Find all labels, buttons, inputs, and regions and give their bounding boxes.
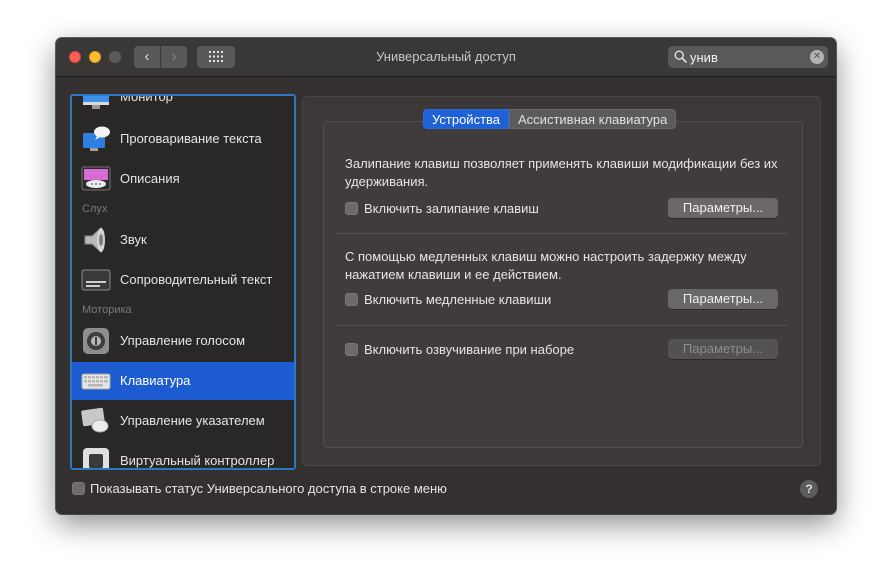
switch-control-icon: [83, 448, 109, 468]
sidebar-item-speech[interactable]: Проговаривание текста: [72, 120, 294, 158]
sidebar-item-voice-control[interactable]: Управление голосом: [72, 322, 294, 360]
search-icon: [674, 50, 687, 63]
help-button[interactable]: ?: [800, 480, 818, 498]
sidebar-item-captions[interactable]: Сопроводительный текст: [72, 261, 294, 299]
section-heading-hearing: Слух: [82, 203, 108, 215]
sticky-keys-checkbox[interactable]: [345, 201, 358, 215]
descriptions-icon: [81, 166, 111, 191]
sidebar-item-label: Сопроводительный текст: [120, 272, 273, 287]
typing-feedback-label: Включить озвучивание при наборе: [364, 341, 575, 357]
speaker-icon: [84, 226, 105, 254]
search-field[interactable]: ✕: [668, 46, 828, 68]
menu-bar-status-checkbox-row[interactable]: Показывать статус Универсального доступа…: [72, 481, 447, 496]
divider: [337, 325, 787, 326]
tab-devices[interactable]: Устройства: [423, 109, 510, 129]
sidebar-item-pointer-control[interactable]: Управление указателем: [72, 402, 294, 440]
sticky-keys-description: Залипание клавиш позволяет применять кла…: [345, 156, 778, 189]
keyboard-icon: [81, 373, 111, 390]
sidebar-item-descriptions[interactable]: Описания: [72, 160, 294, 198]
sticky-keys-options-button[interactable]: Параметры...: [668, 198, 778, 218]
sidebar-item-label: Звук: [120, 232, 147, 247]
slow-keys-label: Включить медленные клавиши: [364, 291, 552, 307]
typing-feedback-checkbox[interactable]: [345, 342, 358, 356]
slow-keys-description: С помощью медленных клавиш можно настрои…: [345, 249, 747, 282]
captions-icon: [81, 269, 111, 291]
monitor-icon: [83, 96, 109, 109]
typing-feedback-options-button: Параметры...: [668, 339, 778, 359]
sticky-keys-label: Включить залипание клавиш: [364, 200, 539, 216]
sidebar-item-monitor[interactable]: Монитор: [72, 94, 294, 116]
preferences-window: ‹ › Универсальный доступ ✕: [56, 38, 836, 514]
menu-bar-status-checkbox[interactable]: [72, 482, 85, 495]
slow-keys-options-button[interactable]: Параметры...: [668, 289, 778, 309]
sidebar-item-label: Управление указателем: [120, 413, 265, 428]
divider: [337, 233, 787, 234]
content-panel: Устройства Ассистивная клавиатура Залипа…: [302, 96, 821, 466]
sidebar-list[interactable]: Монитор Проговаривание текста Описания С…: [70, 94, 296, 470]
pointer-control-icon: [81, 407, 109, 433]
sidebar-item-keyboard[interactable]: Клавиатура: [72, 362, 294, 400]
sidebar-item-label: Управление голосом: [120, 333, 246, 348]
sidebar-item-switch-control[interactable]: Виртуальный контроллер: [72, 442, 294, 468]
typing-feedback-checkbox-row[interactable]: Включить озвучивание при наборе: [345, 340, 574, 358]
tab-assistive-keyboard[interactable]: Ассистивная клавиатура: [509, 109, 677, 129]
sidebar-item-sound[interactable]: Звук: [72, 221, 294, 259]
slow-keys-checkbox[interactable]: [345, 292, 358, 306]
menu-bar-status-label: Показывать статус Универсального доступа…: [90, 481, 447, 496]
search-input[interactable]: [690, 46, 800, 68]
sidebar-item-label: Описания: [120, 171, 180, 186]
sidebar-item-label: Монитор: [120, 94, 173, 104]
voice-control-icon: [83, 328, 109, 354]
sidebar-item-label: Проговаривание текста: [120, 131, 262, 146]
clear-search-icon[interactable]: ✕: [810, 50, 824, 64]
sidebar-item-label: Виртуальный контроллер: [120, 453, 275, 468]
title-bar: ‹ › Универсальный доступ ✕: [56, 38, 836, 77]
sticky-keys-checkbox-row[interactable]: Включить залипание клавиш: [345, 199, 539, 217]
tab-bar: Устройства Ассистивная клавиатура: [423, 109, 677, 129]
slow-keys-checkbox-row[interactable]: Включить медленные клавиши: [345, 290, 551, 308]
sidebar-item-label: Клавиатура: [120, 373, 191, 388]
section-heading-motor: Моторика: [82, 304, 132, 316]
speech-icon: [83, 126, 110, 151]
